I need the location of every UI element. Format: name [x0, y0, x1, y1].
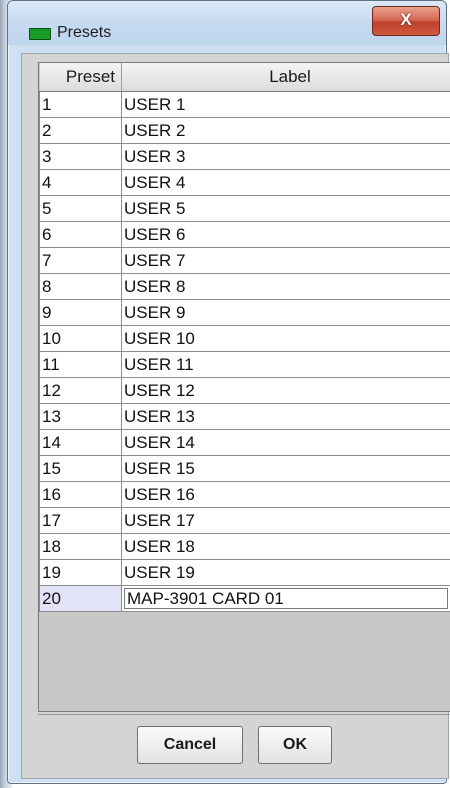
preset-label-cell[interactable]: USER 18	[121, 533, 450, 560]
preset-label-cell[interactable]: USER 14	[121, 429, 450, 456]
divider	[38, 714, 450, 715]
preset-label-cell[interactable]: USER 15	[121, 455, 450, 482]
table-row[interactable]: 1 USER 1	[39, 91, 450, 118]
preset-number-cell[interactable]: 13	[39, 403, 122, 430]
cancel-button[interactable]: Cancel	[137, 726, 243, 764]
preset-number-cell[interactable]: 5	[39, 195, 122, 222]
preset-label-cell[interactable]: USER 13	[121, 403, 450, 430]
preset-label-cell[interactable]	[121, 585, 450, 612]
preset-number-cell[interactable]: 11	[39, 351, 122, 378]
table-row[interactable]: 3 USER 3	[39, 143, 450, 170]
presets-dialog: Presets X Preset Label 1 USER 1 2 USER 2 3 US…	[7, 0, 450, 784]
column-header-label[interactable]: Label	[121, 63, 450, 92]
preset-number-cell[interactable]: 19	[39, 559, 122, 586]
preset-number-cell[interactable]: 17	[39, 507, 122, 534]
preset-number-cell[interactable]: 12	[39, 377, 122, 404]
title-bar[interactable]: Presets X	[8, 1, 446, 45]
table-row[interactable]: 10 USER 10	[39, 325, 450, 352]
preset-number-cell[interactable]: 7	[39, 247, 122, 274]
preset-label-cell[interactable]: USER 6	[121, 221, 450, 248]
label-edit-field[interactable]	[124, 588, 448, 609]
preset-number-cell[interactable]: 10	[39, 325, 122, 352]
preset-label-cell[interactable]: USER 8	[121, 273, 450, 300]
preset-label-cell[interactable]: USER 2	[121, 117, 450, 144]
table-row[interactable]: 11 USER 11	[39, 351, 450, 378]
table-row[interactable]: 15 USER 15	[39, 455, 450, 482]
table-row[interactable]: 13 USER 13	[39, 403, 450, 430]
table-row[interactable]: 7 USER 7	[39, 247, 450, 274]
table-row[interactable]: 2 USER 2	[39, 117, 450, 144]
ok-button[interactable]: OK	[258, 726, 332, 764]
preset-label-cell[interactable]: USER 3	[121, 143, 450, 170]
preset-number-cell[interactable]: 20	[39, 585, 122, 612]
table-row[interactable]: 17 USER 17	[39, 507, 450, 534]
table-row[interactable]: 18 USER 18	[39, 533, 450, 560]
column-header-preset[interactable]: Preset	[39, 63, 122, 92]
preset-number-cell[interactable]: 4	[39, 169, 122, 196]
window-title: Presets	[57, 24, 112, 41]
preset-label-cell[interactable]: USER 11	[121, 351, 450, 378]
table-row[interactable]: 5 USER 5	[39, 195, 450, 222]
preset-number-cell[interactable]: 2	[39, 117, 122, 144]
preset-label-cell[interactable]: USER 19	[121, 559, 450, 586]
preset-number-cell[interactable]: 16	[39, 481, 122, 508]
preset-label-cell[interactable]: USER 9	[121, 299, 450, 326]
preset-number-cell[interactable]: 14	[39, 429, 122, 456]
presets-table: Preset Label 1 USER 1 2 USER 2 3 USER 3 4 USER …	[39, 63, 450, 612]
preset-label-cell[interactable]: USER 17	[121, 507, 450, 534]
dialog-content: Preset Label 1 USER 1 2 USER 2 3 USER 3 4 USER …	[21, 53, 450, 779]
table-row[interactable]: 14 USER 14	[39, 429, 450, 456]
preset-number-cell[interactable]: 1	[39, 91, 122, 118]
table-row[interactable]: 19 USER 19	[39, 559, 450, 586]
table-header-row: Preset Label	[39, 63, 450, 92]
table-row[interactable]: 9 USER 9	[39, 299, 450, 326]
preset-number-cell[interactable]: 15	[39, 455, 122, 482]
table-row[interactable]: 4 USER 4	[39, 169, 450, 196]
preset-number-cell[interactable]: 9	[39, 299, 122, 326]
presets-table-container: Preset Label 1 USER 1 2 USER 2 3 USER 3 4 USER …	[38, 62, 450, 712]
preset-label-cell[interactable]: USER 16	[121, 481, 450, 508]
close-button[interactable]: X	[372, 6, 440, 36]
close-icon: X	[400, 10, 412, 29]
preset-label-cell[interactable]: USER 5	[121, 195, 450, 222]
app-icon	[29, 28, 51, 40]
preset-number-cell[interactable]: 3	[39, 143, 122, 170]
preset-number-cell[interactable]: 8	[39, 273, 122, 300]
preset-number-cell[interactable]: 18	[39, 533, 122, 560]
table-row[interactable]: 6 USER 6	[39, 221, 450, 248]
table-row[interactable]: 20	[39, 585, 450, 612]
table-row[interactable]: 16 USER 16	[39, 481, 450, 508]
table-row[interactable]: 12 USER 12	[39, 377, 450, 404]
preset-label-cell[interactable]: USER 1	[121, 91, 450, 118]
preset-label-cell[interactable]: USER 4	[121, 169, 450, 196]
preset-number-cell[interactable]: 6	[39, 221, 122, 248]
preset-label-cell[interactable]: USER 12	[121, 377, 450, 404]
preset-label-cell[interactable]: USER 10	[121, 325, 450, 352]
preset-label-cell[interactable]: USER 7	[121, 247, 450, 274]
table-row[interactable]: 8 USER 8	[39, 273, 450, 300]
